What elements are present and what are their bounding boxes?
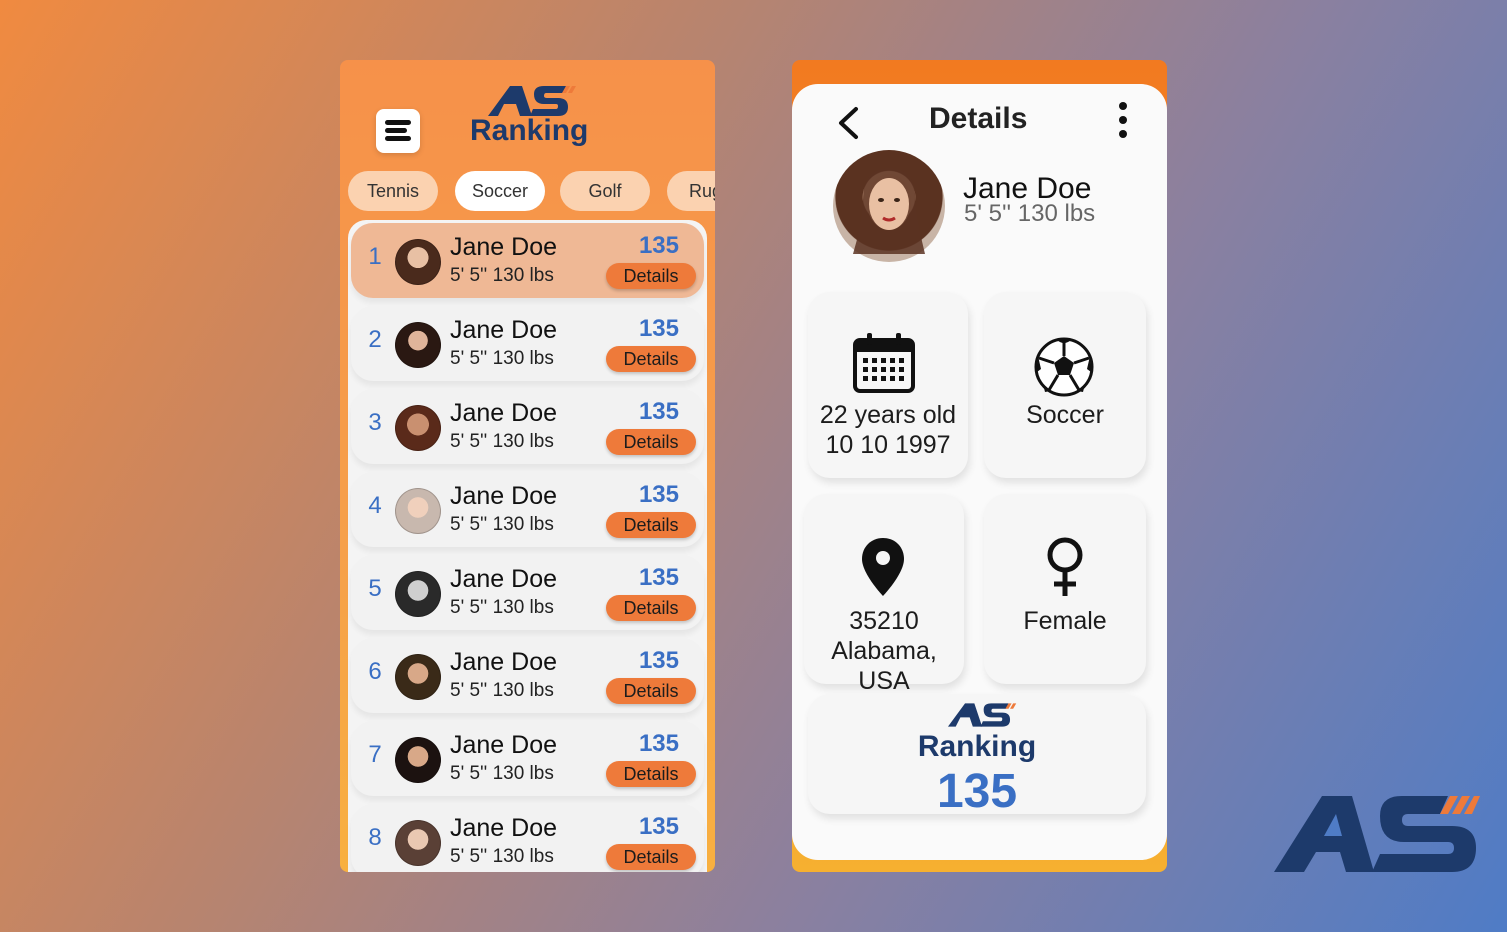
calendar-icon — [853, 333, 915, 393]
player-name: Jane Doe — [450, 399, 558, 427]
details-button[interactable]: Details — [606, 678, 696, 704]
dob-text: 10 10 1997 — [825, 431, 951, 459]
more-dot — [1119, 130, 1127, 138]
location-text: Alabama, USA — [831, 637, 937, 695]
menu-icon-line — [385, 136, 411, 141]
player-score: 135 — [638, 730, 679, 757]
details-button[interactable]: Details — [606, 595, 696, 621]
avatar — [395, 737, 441, 783]
zip-text: 35210 — [849, 607, 919, 635]
menu-button[interactable] — [376, 109, 420, 153]
gender-text: Female — [1023, 607, 1107, 635]
avatar — [395, 488, 441, 534]
sport-tabs: Tennis Soccer Golf Rug — [348, 171, 715, 211]
list-item[interactable]: 2 Jane Doe 5' 5'' 130 lbs 135 Details — [351, 306, 704, 381]
age-tile: 22 years old 10 10 1997 — [808, 292, 968, 478]
rank-number: 5 — [368, 575, 382, 602]
player-name: Jane Doe — [450, 814, 558, 842]
avatar — [395, 322, 441, 368]
player-name: Jane Doe — [450, 565, 558, 593]
sport-tile: Soccer — [984, 292, 1146, 478]
age-text: 22 years old — [819, 401, 957, 429]
rank-number: 4 — [368, 492, 382, 519]
back-arrow-icon[interactable] — [836, 106, 860, 140]
location-pin-icon — [862, 538, 904, 596]
sport-text: Soccer — [1026, 401, 1104, 429]
ranking-tile: Ranking 135 — [808, 694, 1146, 818]
player-score: 135 — [638, 481, 679, 508]
player-stats: 5' 5'' 130 lbs — [450, 265, 554, 286]
player-stats: 5' 5'' 130 lbs — [450, 348, 554, 369]
location-tile: 35210 Alabama, USA — [804, 494, 964, 695]
page-title: Details — [929, 102, 1028, 135]
list-item[interactable]: 4 Jane Doe 5' 5'' 130 lbs 135 Details — [351, 472, 704, 547]
tab-golf[interactable]: Golf — [560, 171, 650, 211]
menu-icon — [385, 120, 411, 125]
more-dot — [1119, 116, 1127, 124]
profile-avatar — [833, 150, 945, 262]
more-dot — [1119, 102, 1127, 110]
player-score: 135 — [638, 232, 679, 259]
rank-number: 6 — [368, 658, 382, 685]
player-score: 135 — [638, 813, 679, 840]
player-score: 135 — [638, 647, 679, 674]
player-stats: 5' 5'' 130 lbs — [450, 597, 554, 618]
details-button[interactable]: Details — [606, 761, 696, 787]
player-score: 135 — [638, 315, 679, 342]
player-name: Jane Doe — [450, 482, 558, 510]
list-item[interactable]: 3 Jane Doe 5' 5'' 130 lbs 135 Details — [351, 389, 704, 464]
details-screen: Details Jane Doe 5' 5'' 130 lbs 22 years… — [792, 60, 1167, 872]
player-score: 135 — [638, 398, 679, 425]
player-stats: 5' 5'' 130 lbs — [450, 514, 554, 535]
rank-number: 1 — [368, 243, 382, 270]
app-logo: Ranking — [470, 82, 590, 152]
rank-number: 7 — [368, 741, 382, 768]
tab-rugby[interactable]: Rug — [667, 171, 715, 211]
female-icon — [1047, 537, 1083, 596]
player-stats: 5' 5'' 130 lbs — [450, 431, 554, 452]
player-name: Jane Doe — [450, 648, 558, 676]
list-item[interactable]: 8 Jane Doe 5' 5'' 130 lbs 135 Details — [351, 804, 704, 872]
list-item[interactable]: 5 Jane Doe 5' 5'' 130 lbs 135 Details — [351, 555, 704, 630]
details-button[interactable]: Details — [606, 429, 696, 455]
player-name: Jane Doe — [450, 233, 558, 261]
player-stats: 5' 5'' 130 lbs — [450, 846, 554, 867]
profile-stats: 5' 5'' 130 lbs — [964, 200, 1096, 227]
ranking-list-screen: Ranking Tennis Soccer Golf Rug 1 Jane Doe… — [340, 60, 715, 872]
ranking-list: 1 Jane Doe 5' 5'' 130 lbs 135 Details 2 Jane D… — [348, 220, 707, 872]
gender-tile: Female — [984, 494, 1146, 684]
list-item[interactable]: 6 Jane Doe 5' 5'' 130 lbs 135 Details — [351, 638, 704, 713]
avatar — [395, 654, 441, 700]
avatar — [395, 820, 441, 866]
avatar — [395, 571, 441, 617]
details-card: Details Jane Doe 5' 5'' 130 lbs 22 years… — [792, 84, 1167, 860]
as-logo-mark — [947, 703, 1017, 727]
menu-icon-line — [385, 128, 407, 133]
avatar — [395, 239, 441, 285]
more-vertical-icon[interactable] — [1117, 102, 1129, 142]
player-name: Jane Doe — [450, 731, 558, 759]
tab-soccer[interactable]: Soccer — [455, 171, 545, 211]
avatar — [395, 405, 441, 451]
details-button[interactable]: Details — [606, 512, 696, 538]
list-item[interactable]: 1 Jane Doe 5' 5'' 130 lbs 135 Details — [351, 223, 704, 298]
ranking-value: 135 — [936, 765, 1018, 818]
player-name: Jane Doe — [450, 316, 558, 344]
rank-number: 2 — [368, 326, 382, 353]
details-button[interactable]: Details — [606, 844, 696, 870]
player-score: 135 — [638, 564, 679, 591]
player-stats: 5' 5'' 130 lbs — [450, 680, 554, 701]
player-stats: 5' 5'' 130 lbs — [450, 763, 554, 784]
tab-tennis[interactable]: Tennis — [348, 171, 438, 211]
details-button[interactable]: Details — [606, 263, 696, 289]
rank-number: 3 — [368, 409, 382, 436]
rank-number: 8 — [368, 824, 382, 851]
details-button[interactable]: Details — [606, 346, 696, 372]
list-item[interactable]: 7 Jane Doe 5' 5'' 130 lbs 135 Details — [351, 721, 704, 796]
soccer-ball-icon — [1034, 337, 1094, 397]
ranking-label: Ranking — [917, 730, 1037, 763]
as-brand-logo — [1274, 796, 1480, 872]
brand-name: Ranking — [470, 114, 589, 147]
